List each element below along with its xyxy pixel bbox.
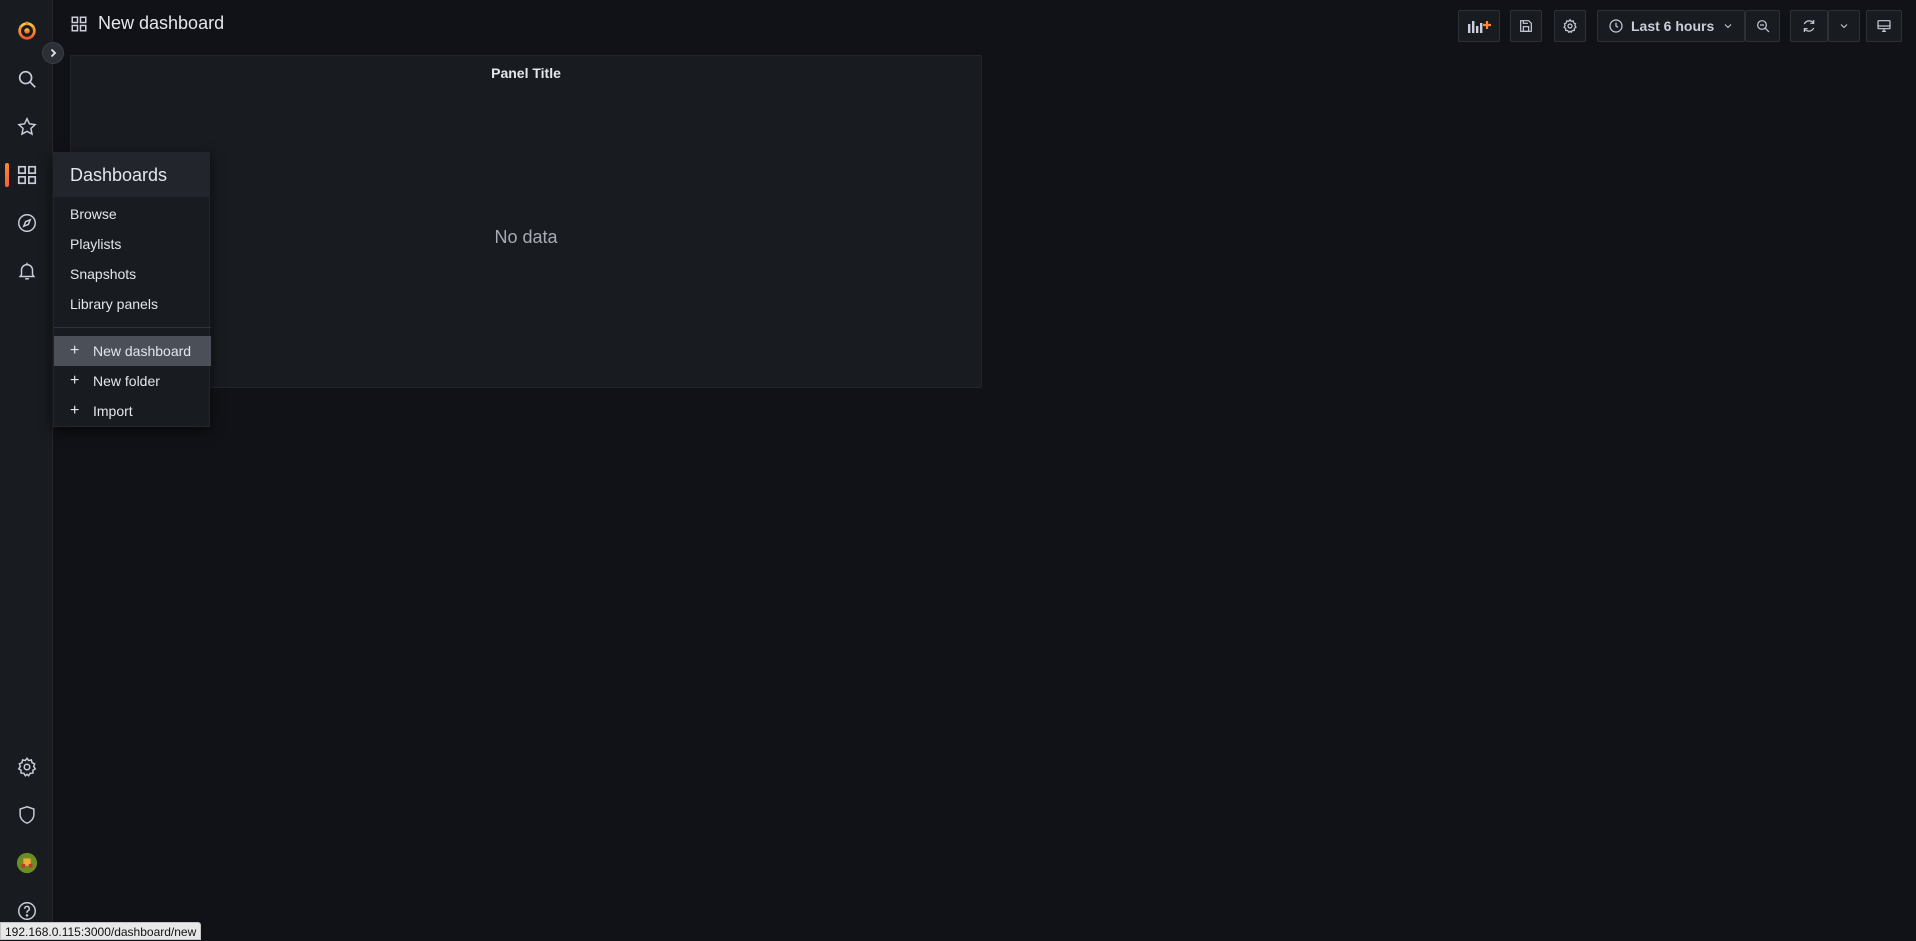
add-panel-icon: [1466, 18, 1492, 34]
dashboards-menu-title[interactable]: Dashboards: [54, 153, 209, 197]
menu-item-new-folder[interactable]: + New folder: [54, 366, 211, 396]
avatar[interactable]: [0, 841, 53, 885]
plus-icon: +: [70, 372, 84, 390]
menu-item-new-dashboard[interactable]: + New dashboard: [54, 336, 211, 366]
time-range-picker[interactable]: Last 6 hours: [1597, 10, 1745, 42]
save-icon: [1518, 18, 1534, 34]
dashboards-icon: [70, 15, 88, 33]
dashboards-menu: Dashboards Browse Playlists Snapshots Li…: [53, 152, 210, 427]
tv-mode-icon: [1876, 18, 1892, 34]
menu-item-browse[interactable]: Browse: [54, 199, 211, 229]
page-title[interactable]: New dashboard: [98, 13, 224, 34]
menu-item-snapshots[interactable]: Snapshots: [54, 259, 211, 289]
sidebar-expand-button[interactable]: [42, 42, 64, 64]
refresh-button[interactable]: [1790, 10, 1828, 42]
dashboard-settings-button[interactable]: [1554, 10, 1586, 42]
menu-item-import[interactable]: + Import: [54, 396, 211, 426]
menu-item-playlists[interactable]: Playlists: [54, 229, 211, 259]
menu-item-label: New dashboard: [93, 343, 191, 359]
tv-mode-button[interactable]: [1866, 10, 1902, 42]
clock-icon: [1608, 18, 1624, 34]
gear-icon: [1562, 18, 1578, 34]
explore-compass-icon[interactable]: [0, 201, 53, 245]
save-dashboard-button[interactable]: [1510, 10, 1542, 42]
dashboards-icon[interactable]: [0, 153, 53, 197]
search-icon[interactable]: [0, 57, 53, 101]
plus-icon: +: [70, 342, 84, 360]
menu-divider: [54, 327, 211, 328]
gear-icon[interactable]: [0, 745, 53, 789]
time-range-label: Last 6 hours: [1631, 18, 1714, 34]
sidebar: [0, 0, 53, 940]
chevron-down-icon: [1722, 20, 1734, 32]
zoom-out-button[interactable]: [1745, 10, 1780, 42]
alerting-bell-icon[interactable]: [0, 249, 53, 293]
refresh-icon: [1801, 18, 1817, 34]
plus-icon: +: [70, 402, 84, 420]
menu-item-label: Import: [93, 403, 133, 419]
chevron-right-icon: [47, 47, 59, 59]
zoom-out-icon: [1755, 18, 1771, 34]
breadcrumb: New dashboard: [70, 13, 224, 34]
refresh-interval-dropdown[interactable]: [1828, 10, 1860, 42]
chevron-down-icon: [1838, 20, 1850, 32]
shield-icon[interactable]: [0, 793, 53, 837]
panel-title[interactable]: Panel Title: [71, 65, 981, 81]
status-bar-url: 192.168.0.115:3000/dashboard/new: [0, 922, 201, 940]
menu-item-label: New folder: [93, 373, 160, 389]
star-icon[interactable]: [0, 105, 53, 149]
add-panel-button[interactable]: [1458, 10, 1500, 42]
menu-item-library-panels[interactable]: Library panels: [54, 289, 211, 319]
